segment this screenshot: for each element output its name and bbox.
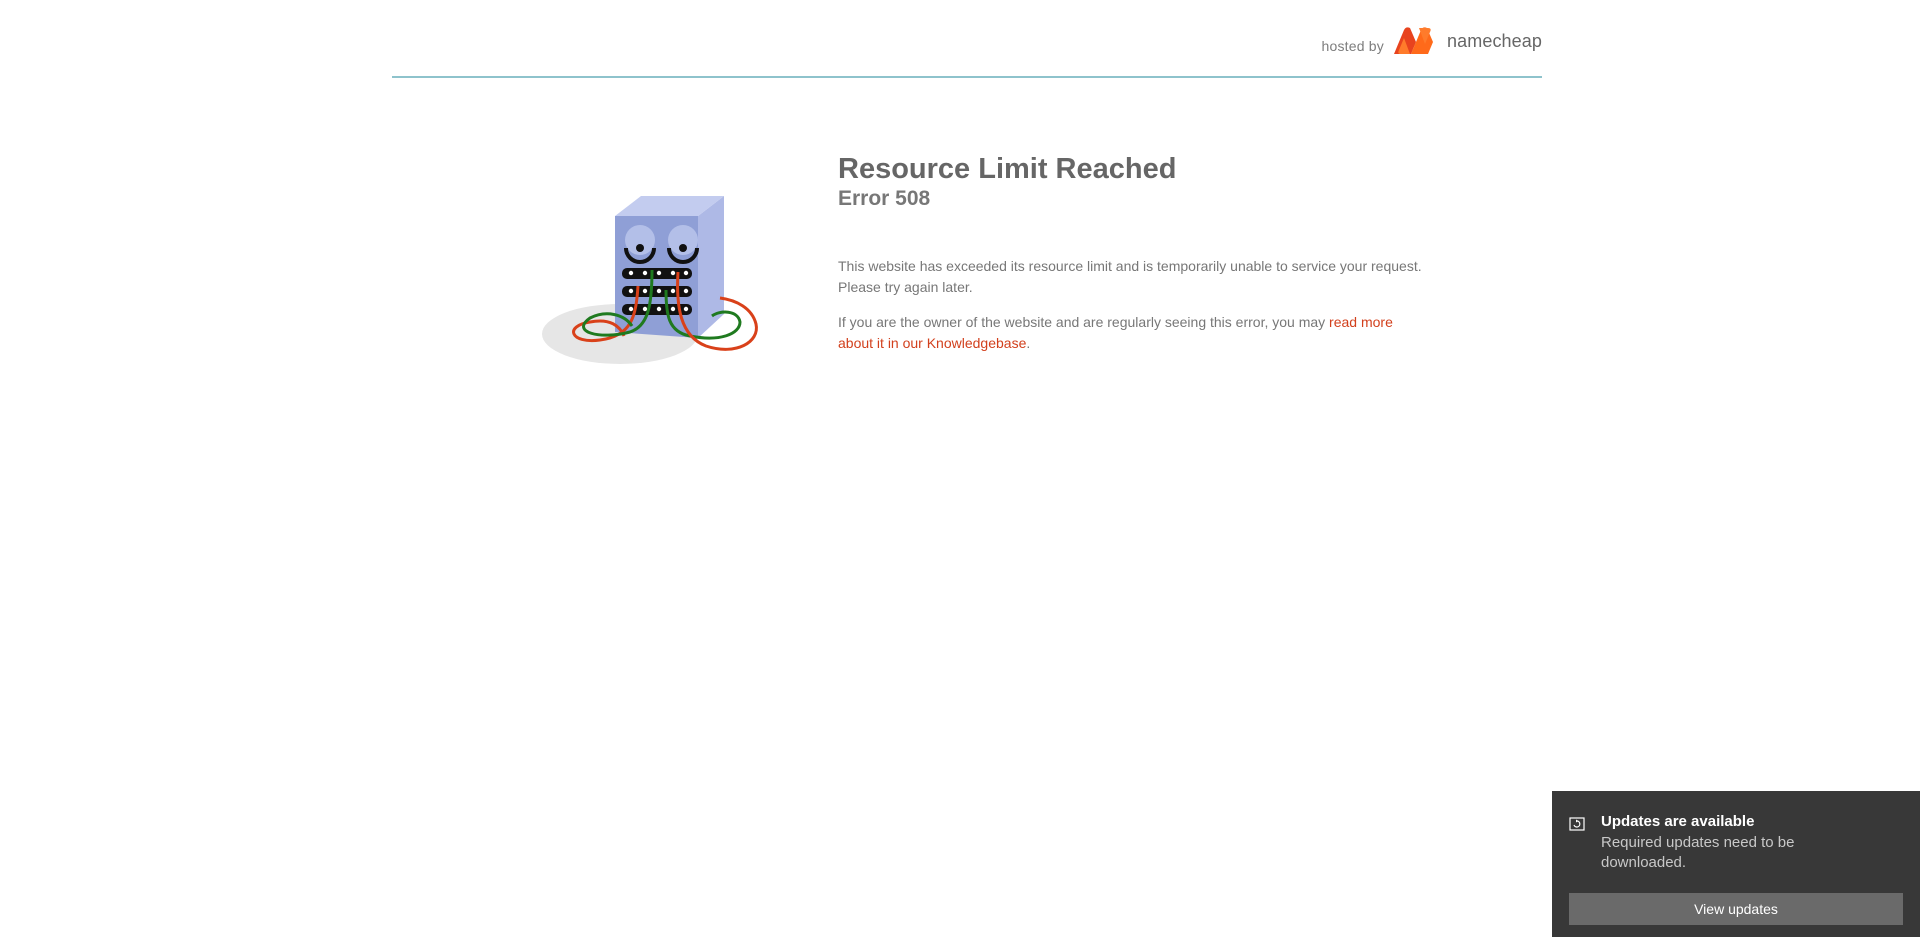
page-title: Resource Limit Reached <box>838 153 1177 185</box>
error-page: hosted by namecheap Resource Limit Reach… <box>0 0 1920 937</box>
toast-title: Updates are available <box>1601 813 1755 830</box>
view-updates-button[interactable]: View updates <box>1569 893 1903 925</box>
brand-name: namecheap <box>1447 30 1542 51</box>
namecheap-logo-link[interactable]: namecheap <box>1391 26 1542 56</box>
error-content: Resource Limit Reached Error 508 This we… <box>838 152 1428 354</box>
error-code: Error 508 <box>838 187 931 210</box>
namecheap-logo-icon <box>1394 27 1434 54</box>
hosted-by-label: hosted by <box>1321 38 1384 54</box>
owner-note: If you are the owner of the website and … <box>838 312 1428 354</box>
error-description: This website has exceeded its resource l… <box>838 258 1422 295</box>
toast-body: Required updates need to be downloaded. <box>1601 834 1795 871</box>
owner-note-text: If you are the owner of the website and … <box>838 314 1330 330</box>
header: hosted by namecheap <box>392 0 1542 78</box>
update-icon <box>1569 817 1585 831</box>
broken-server-icon <box>542 196 758 364</box>
owner-note-suffix: . <box>1026 335 1031 351</box>
updates-toast[interactable]: Updates are available Required updates n… <box>1552 791 1920 937</box>
